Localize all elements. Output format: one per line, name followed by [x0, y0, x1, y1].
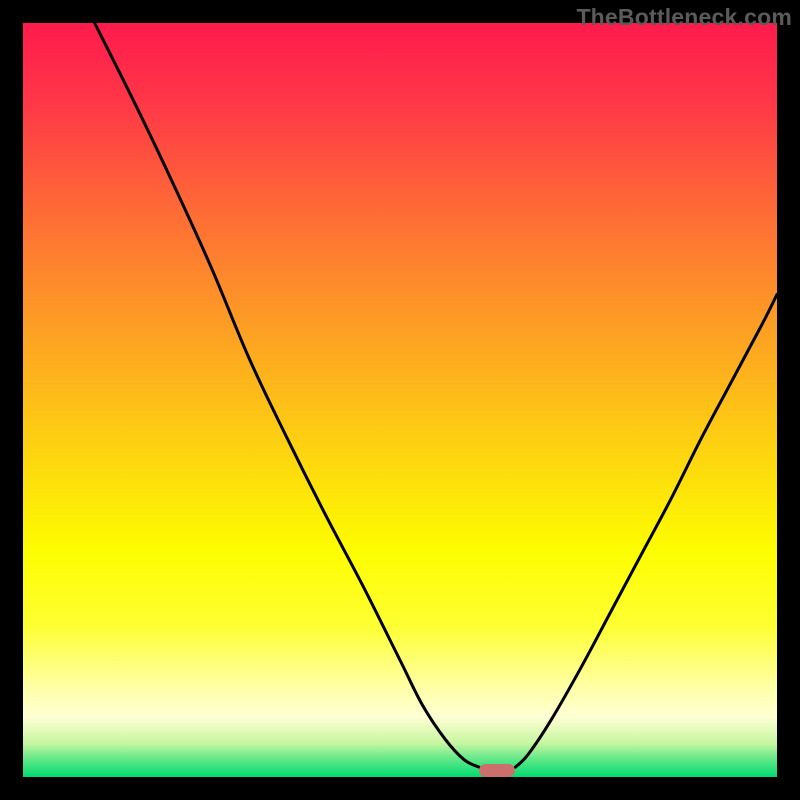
- curve-left-branch: [95, 23, 480, 767]
- chart-frame: TheBottleneck.com: [0, 0, 800, 800]
- bottleneck-curve: [23, 23, 777, 777]
- optimal-marker: [479, 764, 515, 777]
- plot-area: [23, 23, 777, 777]
- watermark-text: TheBottleneck.com: [576, 4, 792, 31]
- curve-right-branch: [515, 294, 777, 767]
